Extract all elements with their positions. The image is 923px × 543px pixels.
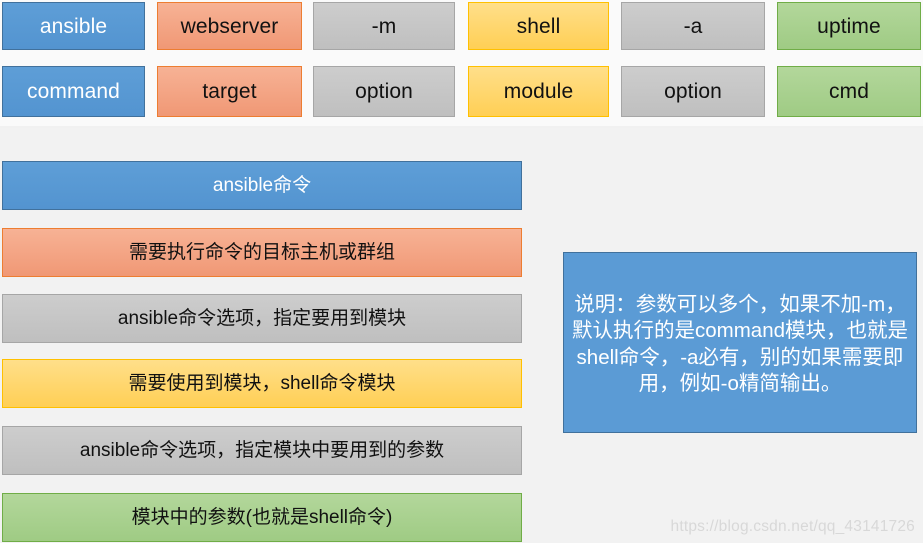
role-token-4: option <box>621 66 765 117</box>
description-block-2: ansible命令选项，指定要用到模块 <box>2 294 522 343</box>
role-token-0: command <box>2 66 145 117</box>
description-block-1-label: 需要执行命令的目标主机或群组 <box>128 242 395 263</box>
role-token-3-label: module <box>503 80 574 103</box>
role-token-0-label: command <box>27 80 120 103</box>
command-token-5-label: uptime <box>817 14 881 38</box>
command-token-5: uptime <box>777 2 921 50</box>
description-block-0-label: ansible命令 <box>212 175 312 196</box>
role-token-row: command target option module option cmd <box>0 66 923 117</box>
command-token-3-label: shell <box>516 14 561 38</box>
role-token-5-label: cmd <box>829 80 869 103</box>
description-block-3: 需要使用到模块，shell命令模块 <box>2 359 522 408</box>
description-block-0: ansible命令 <box>2 161 522 210</box>
command-token-1-label: webserver <box>180 14 279 38</box>
description-block-4: ansible命令选项，指定模块中要用到的参数 <box>2 426 522 475</box>
role-token-4-label: option <box>664 80 722 103</box>
command-token-row: ansible webserver -m shell -a uptime <box>0 2 923 50</box>
command-token-2: -m <box>313 2 455 50</box>
command-token-3: shell <box>468 2 609 50</box>
role-token-1: target <box>157 66 302 117</box>
description-block-1: 需要执行命令的目标主机或群组 <box>2 228 522 277</box>
command-token-1: webserver <box>157 2 302 50</box>
description-block-4-label: ansible命令选项，指定模块中要用到的参数 <box>79 440 445 461</box>
explanation-callout: 说明：参数可以多个，如果不加-m，默认执行的是command模块，也就是shel… <box>563 252 917 433</box>
explanation-callout-text: 说明：参数可以多个，如果不加-m，默认执行的是command模块，也就是shel… <box>572 293 909 395</box>
description-block-3-label: 需要使用到模块，shell命令模块 <box>128 373 396 394</box>
command-token-4-label: -a <box>683 14 703 38</box>
command-token-0: ansible <box>2 2 145 50</box>
command-token-2-label: -m <box>371 14 397 38</box>
command-token-0-label: ansible <box>39 14 108 38</box>
role-token-5: cmd <box>777 66 921 117</box>
command-token-4: -a <box>621 2 765 50</box>
role-token-2: option <box>313 66 455 117</box>
role-token-1-label: target <box>202 80 257 103</box>
description-block-5-label: 模块中的参数(也就是shell命令) <box>131 507 393 528</box>
role-token-2-label: option <box>355 80 413 103</box>
role-token-3: module <box>468 66 609 117</box>
description-block-2-label: ansible命令选项，指定要用到模块 <box>117 308 407 329</box>
description-block-5: 模块中的参数(也就是shell命令) <box>2 493 522 542</box>
